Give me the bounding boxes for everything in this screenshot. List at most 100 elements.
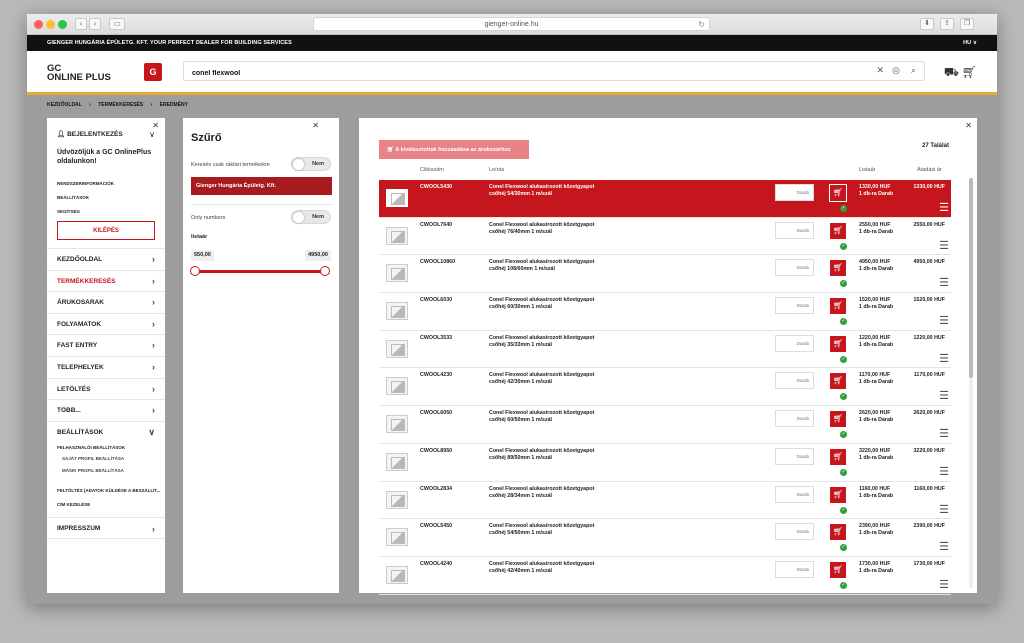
table-row[interactable]: CWOOL6030 Conel Flexwool alukasirozott kő…: [379, 293, 951, 331]
chevron-down-icon[interactable]: ∨: [149, 130, 155, 139]
stock-only-toggle[interactable]: Nem: [291, 157, 331, 171]
add-to-cart-button[interactable]: 🛒︎: [829, 259, 847, 278]
product-image-icon[interactable]: [386, 339, 408, 358]
add-to-cart-button[interactable]: 🛒︎: [829, 485, 847, 504]
scrollbar-thumb[interactable]: [969, 178, 973, 378]
product-code[interactable]: CWOOL6050: [420, 410, 452, 416]
menu-icon[interactable]: ☰: [939, 542, 949, 553]
link-system-info[interactable]: RENDSZERINFORMÁCIÓK: [57, 181, 114, 186]
sidebar-item-carts[interactable]: ÁRUKOSARAK ›: [47, 291, 165, 313]
sidebar-toggle-icon[interactable]: ▭: [109, 18, 125, 30]
quantity-input[interactable]: [775, 297, 814, 315]
quantity-input[interactable]: [775, 221, 814, 239]
add-to-cart-button[interactable]: 🛒︎: [829, 523, 847, 542]
clear-icon[interactable]: ✕: [876, 65, 884, 76]
sidebar-item-impresszum[interactable]: IMPRESSZUM ›: [47, 517, 165, 539]
add-to-cart-button[interactable]: 🛒︎: [829, 297, 847, 316]
product-image-icon[interactable]: [386, 377, 408, 396]
add-to-cart-button[interactable]: 🛒︎: [829, 184, 847, 202]
product-image-icon[interactable]: [386, 565, 408, 584]
scrollbar[interactable]: [969, 178, 973, 588]
table-row[interactable]: CWOOL4230 Conel Flexwool alukasirozott kő…: [379, 368, 951, 407]
tabs-icon[interactable]: ❐: [960, 18, 974, 30]
download-icon[interactable]: ⬇: [920, 18, 934, 30]
sidebar-item-sites[interactable]: TELEPHELYEK ›: [47, 355, 165, 378]
product-code[interactable]: CWOOL2834: [420, 486, 452, 492]
breadcrumb-home[interactable]: KEZDŐOLDAL: [47, 102, 82, 108]
sidebar-item-home[interactable]: KEZDŐOLDAL ›: [47, 248, 165, 270]
product-image-icon[interactable]: [386, 452, 408, 471]
quantity-input[interactable]: [775, 523, 814, 541]
add-to-cart-button[interactable]: 🛒︎: [829, 447, 847, 466]
close-icon[interactable]: ✕: [152, 121, 159, 130]
quantity-input[interactable]: [775, 334, 814, 352]
product-code[interactable]: CWOOL5450: [420, 523, 452, 529]
product-image-icon[interactable]: [386, 302, 408, 321]
price-slider-max-handle[interactable]: [320, 266, 330, 276]
product-image-icon[interactable]: [386, 189, 408, 207]
table-row[interactable]: CWOOL2834 Conel Flexwool alukasirozott kő…: [379, 482, 951, 520]
quantity-input[interactable]: [775, 410, 814, 428]
sidebar-item-more[interactable]: TÖBB... ›: [47, 399, 165, 421]
chevron-right-icon[interactable]: ›: [89, 18, 101, 30]
language-select[interactable]: HU ∨: [963, 35, 977, 51]
close-icon[interactable]: ✕: [312, 121, 319, 130]
minimize-window-icon[interactable]: [46, 20, 55, 29]
menu-icon[interactable]: ☰: [939, 353, 949, 364]
add-to-cart-button[interactable]: 🛒︎: [829, 410, 847, 429]
table-row[interactable]: CWOOL6050 Conel Flexwool alukasirozott kő…: [379, 406, 951, 444]
only-numbers-toggle[interactable]: Nem: [291, 210, 331, 224]
barcode-icon[interactable]: ◎: [892, 65, 900, 76]
product-code[interactable]: CWOOL10860: [420, 259, 455, 265]
menu-icon[interactable]: ☰: [939, 579, 949, 590]
menu-icon[interactable]: ☰: [939, 316, 949, 327]
product-code[interactable]: CWOOL4230: [420, 372, 452, 378]
address-bar[interactable]: gienger-online.hu ↻: [313, 17, 710, 31]
search-icon[interactable]: ⌕: [911, 65, 916, 76]
sidebar-item-download[interactable]: LETÖLTÉS ›: [47, 377, 165, 400]
product-image-icon[interactable]: [386, 226, 408, 245]
sub-own-profile[interactable]: SAJÁT PROFIL BEÁLLÍTÁSA: [62, 456, 124, 461]
add-selected-to-cart-button[interactable]: 🛒︎ A kiválasztottak hozzáadása az árukos…: [379, 140, 529, 159]
quantity-input[interactable]: [775, 485, 814, 503]
product-code[interactable]: CWOOL7640: [420, 222, 452, 228]
product-code[interactable]: CWOOL4240: [420, 561, 452, 567]
product-code[interactable]: CWOOL3533: [420, 335, 452, 341]
sidebar-item-fast-entry[interactable]: FAST ENTRY ›: [47, 334, 165, 356]
chevron-left-icon[interactable]: ‹: [75, 18, 87, 30]
product-code[interactable]: CWOOL6030: [420, 297, 452, 303]
product-image-icon[interactable]: [386, 415, 408, 434]
cart-icon[interactable]: 🛒︎: [962, 65, 977, 79]
table-row[interactable]: CWOOL3533 Conel Flexwool alukasirozott kő…: [379, 331, 951, 369]
menu-icon[interactable]: ☰: [939, 504, 949, 515]
logo[interactable]: GC ONLINE PLUS: [47, 64, 111, 83]
breadcrumb-search[interactable]: TERMÉKKERESÉS: [98, 102, 143, 108]
sub-user-settings[interactable]: FELHASZNÁLÓI BEÁLLÍTÁSOK: [57, 445, 125, 450]
sub-other-profile[interactable]: MÁSIK PROFIL BEÁLLÍTÁSA: [62, 468, 124, 473]
add-to-cart-button[interactable]: 🛒︎: [829, 334, 847, 353]
add-to-cart-button[interactable]: 🛒︎: [829, 221, 847, 240]
add-to-cart-button[interactable]: 🛒︎: [829, 560, 847, 579]
table-row[interactable]: CWOOL8950 Conel Flexwool alukasirozott kő…: [379, 444, 951, 482]
maximize-window-icon[interactable]: [58, 20, 67, 29]
table-row[interactable]: CWOOL7640 Conel Flexwool alukasirozott kő…: [379, 218, 951, 256]
product-image-icon[interactable]: [386, 264, 408, 283]
table-row[interactable]: CWOOL5430 Conel Flexwool alukasirozott kő…: [379, 180, 951, 218]
product-code[interactable]: CWOOL5430: [420, 184, 452, 190]
table-row[interactable]: CWOOL5450 Conel Flexwool alukasirozott kő…: [379, 519, 951, 557]
share-icon[interactable]: ⇪: [940, 18, 954, 30]
close-window-icon[interactable]: [34, 20, 43, 29]
quantity-input[interactable]: [775, 560, 814, 578]
sidebar-item-product-search[interactable]: TERMÉKKERESÉS ›: [47, 269, 165, 292]
link-settings[interactable]: BEÁLLÍTÁSOK: [57, 195, 89, 200]
price-slider-min-handle[interactable]: [190, 266, 200, 276]
search-input[interactable]: [184, 64, 784, 83]
menu-icon[interactable]: ☰: [939, 391, 949, 402]
product-image-icon[interactable]: [386, 490, 408, 509]
quantity-input[interactable]: [775, 259, 814, 277]
sub-upload[interactable]: FELTÖLTÉS (ADATOK KÜLDÉSE A BESZÁLLÍT...: [57, 488, 160, 493]
reload-icon[interactable]: ↻: [698, 18, 705, 31]
logout-button[interactable]: KILÉPÉS: [57, 221, 155, 240]
menu-icon[interactable]: ☰: [939, 240, 949, 251]
company-filter[interactable]: Gienger Hungária Épületg. Kft.: [191, 177, 332, 195]
